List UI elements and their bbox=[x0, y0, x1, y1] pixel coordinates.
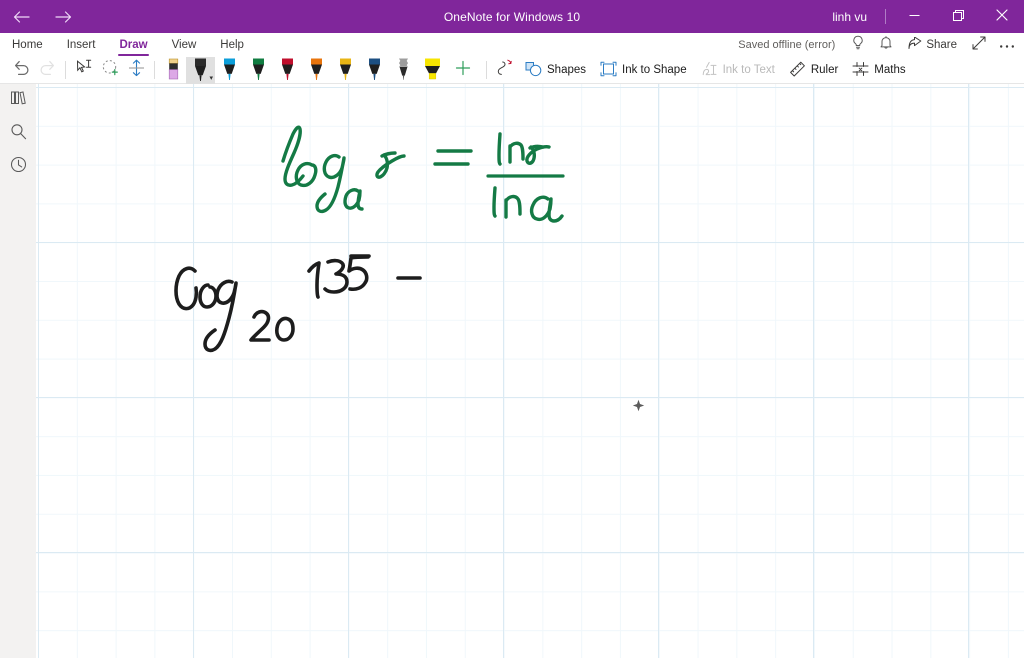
ink-to-shape-label: Ink to Shape bbox=[622, 64, 687, 76]
maths-label: Maths bbox=[874, 64, 906, 76]
tab-insert-label: Insert bbox=[66, 39, 96, 51]
tab-home-label: Home bbox=[12, 39, 43, 51]
pen-black-dropdown[interactable]: ▾ bbox=[209, 75, 213, 82]
ruler-label: Ruler bbox=[810, 64, 839, 76]
share-label: Share bbox=[926, 39, 957, 51]
draw-toolbar: ▾ Shapes Ink to Shape Ink to Text Ruler … bbox=[0, 56, 1024, 84]
ink-to-text-label: Ink to Text bbox=[722, 64, 775, 76]
notifications-button[interactable] bbox=[873, 34, 899, 56]
bell-icon bbox=[879, 35, 893, 55]
minimize-icon bbox=[909, 8, 920, 26]
sidebar-item-recent[interactable] bbox=[0, 150, 36, 183]
eraser-button[interactable] bbox=[160, 57, 186, 84]
sidebar-item-notebooks[interactable] bbox=[0, 84, 36, 117]
forward-button[interactable] bbox=[42, 0, 84, 33]
title-bar: OneNote for Windows 10 linh vu bbox=[0, 0, 1024, 33]
draw-with-touch-button[interactable] bbox=[492, 57, 518, 83]
toolbar-divider-1 bbox=[65, 61, 66, 79]
ink-to-shape-icon bbox=[600, 61, 617, 80]
add-pen-button[interactable] bbox=[450, 57, 476, 83]
draw-with-touch-icon bbox=[496, 59, 514, 82]
note-canvas[interactable] bbox=[36, 84, 1024, 658]
back-button[interactable] bbox=[0, 0, 42, 33]
ink-to-text-button[interactable]: Ink to Text bbox=[694, 58, 782, 82]
pencil-grey[interactable] bbox=[389, 57, 418, 84]
tell-me-button[interactable] bbox=[845, 34, 871, 56]
tab-insert[interactable]: Insert bbox=[55, 33, 108, 57]
add-pen-plus-icon bbox=[455, 60, 471, 81]
pen-red[interactable] bbox=[273, 57, 302, 84]
restore-button[interactable] bbox=[936, 0, 980, 33]
tab-home[interactable]: Home bbox=[0, 33, 55, 57]
ink-to-text-icon bbox=[701, 61, 718, 80]
eraser-icon bbox=[166, 57, 181, 88]
title-bar-right: linh vu bbox=[820, 0, 1024, 33]
tab-draw-label: Draw bbox=[119, 39, 148, 51]
redo-button[interactable] bbox=[34, 57, 60, 83]
undo-button[interactable] bbox=[8, 57, 34, 83]
onenote-window: OneNote for Windows 10 linh vu Home Inse… bbox=[0, 0, 1024, 658]
maths-icon bbox=[852, 61, 869, 80]
ruler-button[interactable]: Ruler bbox=[782, 58, 845, 82]
shapes-label: Shapes bbox=[547, 64, 587, 76]
share-button[interactable]: Share bbox=[901, 34, 964, 56]
ink-to-shape-button[interactable]: Ink to Shape bbox=[593, 58, 694, 82]
insert-space-button[interactable] bbox=[123, 57, 149, 83]
pen-strip: ▾ bbox=[186, 56, 447, 84]
lightbulb-icon bbox=[851, 35, 865, 55]
pen-cyan[interactable] bbox=[215, 57, 244, 84]
pen-cursor bbox=[632, 399, 645, 417]
pen-gold[interactable] bbox=[331, 57, 360, 84]
tab-view[interactable]: View bbox=[160, 33, 209, 57]
undo-icon bbox=[13, 60, 30, 80]
tab-view-label: View bbox=[171, 39, 197, 51]
pen-green[interactable] bbox=[244, 57, 273, 84]
search-icon bbox=[10, 123, 27, 145]
notebooks-icon bbox=[10, 90, 27, 111]
minimize-button[interactable] bbox=[892, 0, 936, 33]
expand-diagonal-icon bbox=[972, 36, 986, 55]
close-button[interactable] bbox=[980, 0, 1024, 33]
lasso-text-select-button[interactable] bbox=[71, 57, 97, 83]
toolbar-divider-2 bbox=[154, 61, 155, 79]
redo-icon bbox=[39, 60, 56, 80]
clock-recent-icon bbox=[10, 156, 27, 178]
restore-icon bbox=[952, 8, 964, 26]
shapes-button[interactable]: Shapes bbox=[518, 58, 593, 82]
account-name[interactable]: linh vu bbox=[820, 10, 879, 24]
ribbon-right-group: Saved offline (error) Share bbox=[730, 33, 1020, 57]
ink-formula-log20-135 bbox=[174, 254, 422, 353]
shapes-icon bbox=[525, 61, 542, 80]
sidebar-item-search[interactable] bbox=[0, 117, 36, 150]
save-status: Saved offline (error) bbox=[738, 39, 836, 51]
tab-help-label: Help bbox=[220, 39, 244, 51]
insert-space-icon bbox=[128, 59, 145, 82]
more-options-button[interactable] bbox=[994, 34, 1020, 56]
ribbon-tab-strip: Home Insert Draw View Help Saved offline… bbox=[0, 33, 1024, 57]
highlighter-yellow[interactable] bbox=[418, 57, 447, 84]
ink-formula-change-of-base bbox=[281, 125, 565, 223]
ellipsis-icon bbox=[999, 36, 1015, 54]
ruler-icon bbox=[789, 61, 806, 80]
back-arrow-icon bbox=[13, 10, 30, 24]
left-rail bbox=[0, 84, 36, 658]
tab-draw[interactable]: Draw bbox=[107, 33, 159, 57]
pen-navy[interactable] bbox=[360, 57, 389, 84]
pen-orange[interactable] bbox=[302, 57, 331, 84]
toolbar-divider-3 bbox=[486, 61, 487, 79]
ink-layer bbox=[174, 125, 565, 353]
title-divider bbox=[885, 9, 886, 24]
maths-button[interactable]: Maths bbox=[845, 58, 912, 82]
lasso-select-button[interactable] bbox=[97, 57, 123, 83]
fullscreen-button[interactable] bbox=[966, 34, 992, 56]
tab-help[interactable]: Help bbox=[208, 33, 256, 57]
pen-black[interactable]: ▾ bbox=[186, 56, 215, 84]
lasso-text-select-icon bbox=[75, 59, 93, 81]
share-icon bbox=[908, 36, 922, 53]
close-icon bbox=[996, 8, 1008, 26]
forward-arrow-icon bbox=[54, 10, 72, 24]
lasso-select-icon bbox=[101, 59, 120, 81]
